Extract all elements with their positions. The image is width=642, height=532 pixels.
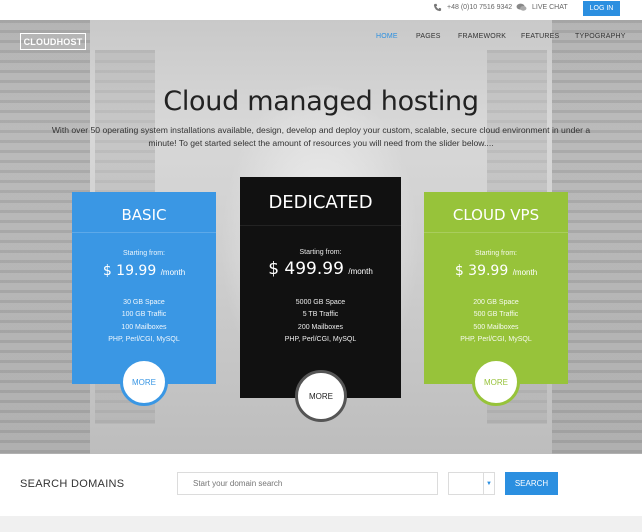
domain-search-title: SEARCH DOMAINS	[20, 478, 125, 490]
nav-item-framework[interactable]: FRAMEWORK	[458, 33, 506, 40]
price-period: /month	[348, 267, 373, 276]
more-button[interactable]: MORE	[120, 358, 168, 406]
plan-divider	[240, 225, 401, 226]
live-chat-label: LIVE CHAT	[532, 4, 568, 11]
plan-name: CLOUD VPS	[452, 206, 540, 224]
plan-name: BASIC	[121, 206, 167, 224]
nav-item-pages[interactable]: PAGES	[416, 33, 441, 40]
feature-item: 500 Mailboxes	[473, 323, 519, 331]
live-chat-link[interactable]: LIVE CHAT	[516, 3, 568, 12]
plan-divider	[72, 232, 216, 233]
search-button[interactable]: SEARCH	[505, 472, 558, 495]
plan-divider	[424, 232, 568, 233]
plan-card-basic: BASIC Starting from: $ 19.99 /month 30 G…	[72, 192, 216, 406]
plan-price: $ 39.99 /month	[424, 262, 568, 280]
feature-item: PHP, Perl/CGI, MySQL	[284, 336, 357, 344]
plan-card-cloud-vps: CLOUD VPS Starting from: $ 39.99 /month …	[424, 192, 568, 406]
hero-headline: Cloud managed hosting	[163, 86, 479, 117]
more-button[interactable]: MORE	[472, 358, 520, 406]
plan-name: DEDICATED	[268, 192, 373, 213]
domain-search-bar: SEARCH DOMAINS ▼ SEARCH	[0, 454, 642, 516]
feature-item: PHP, Perl/CGI, MySQL	[108, 336, 180, 344]
main-nav: HOME PAGES FRAMEWORK FEATURES TYPOGRAPHY	[0, 33, 642, 43]
nav-item-features[interactable]: FEATURES	[521, 33, 559, 40]
plan-features: 30 GB Space 100 GB Traffic 100 Mailboxes…	[72, 297, 216, 347]
domain-search-input[interactable]	[177, 472, 438, 495]
login-button[interactable]: LOG IN	[583, 1, 620, 16]
top-bar: +48 (0)10 7516 9342 LIVE CHAT LOG IN	[0, 0, 642, 20]
tld-select[interactable]: ▼	[448, 472, 495, 495]
phone-icon	[433, 3, 442, 12]
plan-card-dedicated: DEDICATED Starting from: $ 499.99 /month…	[240, 177, 401, 422]
feature-item: 5000 GB Space	[295, 299, 346, 306]
feature-item: PHP, Perl/CGI, MySQL	[460, 336, 532, 344]
plan-features: 5000 GB Space 5 TB Traffic 200 Mailboxes…	[240, 297, 401, 347]
hero-subline: With over 50 operating system installati…	[51, 125, 591, 148]
plan-price: $ 499.99 /month	[240, 259, 401, 279]
nav-item-home[interactable]: HOME	[376, 33, 398, 40]
starting-from-label: Starting from:	[474, 250, 517, 257]
price-amount: $ 19.99	[102, 263, 157, 279]
feature-item: 100 Mailboxes	[121, 323, 167, 331]
price-amount: $ 499.99	[268, 259, 344, 279]
caret-down-icon: ▼	[483, 473, 494, 494]
feature-item: 200 Mailboxes	[297, 323, 344, 331]
more-button[interactable]: MORE	[295, 370, 347, 422]
feature-item: 30 GB Space	[123, 299, 165, 306]
feature-item: 5 TB Traffic	[302, 311, 339, 319]
feature-item: 200 GB Space	[473, 299, 519, 306]
feature-item: 100 GB Traffic	[121, 311, 167, 319]
plan-features: 200 GB Space 500 GB Traffic 500 Mailboxe…	[424, 297, 568, 347]
phone-number: +48 (0)10 7516 9342	[447, 4, 513, 11]
price-period: /month	[160, 268, 186, 277]
price-period: /month	[512, 268, 538, 277]
chat-icon	[516, 3, 527, 11]
starting-from-label: Starting from:	[122, 250, 165, 257]
starting-from-label: Starting from:	[299, 249, 342, 256]
plan-price: $ 19.99 /month	[72, 262, 216, 280]
phone-contact[interactable]: +48 (0)10 7516 9342	[433, 3, 512, 12]
nav-item-typography[interactable]: TYPOGRAPHY	[575, 33, 626, 40]
feature-item: 500 GB Traffic	[473, 311, 519, 319]
price-amount: $ 39.99	[454, 263, 509, 279]
footer-band	[0, 516, 642, 532]
